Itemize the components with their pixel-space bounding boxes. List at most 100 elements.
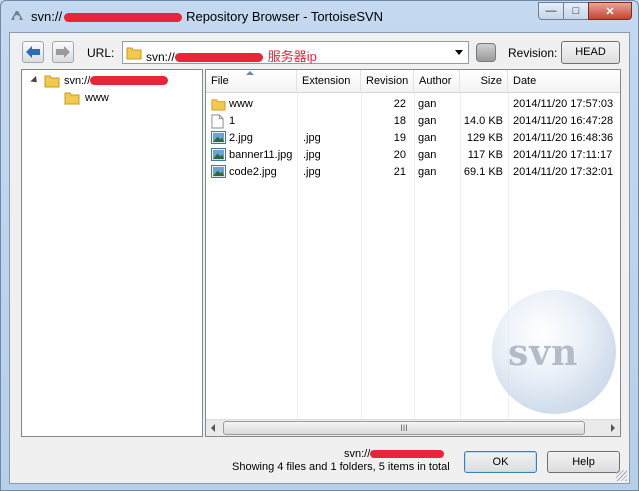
title-suffix: Repository Browser - TortoiseSVN	[186, 9, 384, 24]
list-item-date: 2014/11/20 17:32:01	[513, 166, 614, 178]
list-item-name: code2.jpg	[229, 166, 277, 178]
column-header-extension[interactable]: Extension	[297, 70, 361, 93]
maximize-button[interactable]: □	[563, 2, 589, 20]
list-item-date: 2014/11/20 17:11:17	[513, 149, 613, 161]
scroll-left-arrow-icon[interactable]	[211, 424, 215, 432]
close-icon: ✕	[605, 5, 615, 18]
list-item-author: gan	[418, 166, 437, 178]
file-icon	[211, 114, 225, 129]
title-redaction	[64, 13, 183, 23]
list-item-extension	[303, 96, 358, 113]
url-annotation: 服务器ip	[267, 49, 317, 64]
list-item-name: www	[229, 98, 253, 110]
head-revision-button[interactable]: HEAD	[561, 41, 620, 64]
tree-root-label: svn://	[64, 74, 91, 87]
list-item-extension	[303, 113, 358, 130]
watermark-text: svn	[508, 332, 579, 374]
tree-item-www[interactable]: www	[64, 89, 109, 106]
back-button[interactable]	[22, 41, 44, 63]
file-list[interactable]: File Extension Revision Author Size Date…	[205, 69, 621, 437]
image-icon	[211, 148, 226, 163]
list-item-name: banner11.jpg	[229, 149, 293, 161]
list-item-extension: .jpg	[303, 166, 321, 178]
ok-button[interactable]: OK	[464, 451, 537, 473]
folder-icon	[64, 92, 80, 105]
list-item-size	[460, 96, 503, 113]
url-value: svn://	[146, 50, 175, 64]
list-item-size: 117 KB	[467, 149, 503, 161]
forward-arrow-icon	[56, 46, 70, 58]
list-item-author: gan	[418, 132, 437, 144]
column-header-file[interactable]: File	[206, 70, 297, 93]
list-item-revision: 18	[393, 115, 406, 127]
caption-buttons: — □ ✕	[538, 2, 632, 20]
close-button[interactable]: ✕	[588, 2, 632, 20]
table-row[interactable]: code2.jpg .jpg 21 gan 69.1 KB 2014/11/20 17:3…	[206, 164, 620, 181]
title-prefix: svn://	[31, 9, 63, 24]
table-row[interactable]: 1 18 gan 14.0 KB 2014/11/20 16:47:28	[206, 113, 620, 130]
list-item-extension: .jpg	[303, 149, 321, 161]
status-path: svn://	[344, 448, 445, 460]
revision-log-icon[interactable]	[476, 43, 496, 62]
list-item-revision: 21	[393, 166, 406, 178]
column-header-revision[interactable]: Revision	[361, 70, 414, 93]
resize-grip[interactable]	[616, 470, 627, 481]
list-item-size: 14.0 KB	[463, 115, 503, 127]
back-arrow-icon	[26, 46, 40, 58]
list-item-size: 69.1 KB	[463, 166, 503, 178]
list-item-author: gan	[418, 149, 437, 161]
tree-item-root[interactable]: svn://	[30, 72, 169, 89]
list-item-name: 2.jpg	[229, 132, 253, 144]
url-combobox[interactable]: svn:// 服务器ip	[122, 41, 469, 64]
svn-watermark-logo: svn	[492, 290, 616, 414]
image-icon	[211, 131, 226, 146]
list-item-size: 129 KB	[466, 132, 503, 144]
list-item-date: 2014/11/20 16:48:36	[513, 132, 614, 144]
list-item-extension: .jpg	[303, 132, 321, 144]
list-header: File Extension Revision Author Size Date	[206, 70, 620, 93]
sort-ascending-icon	[246, 71, 254, 75]
minimize-button[interactable]: —	[538, 2, 564, 20]
column-header-date[interactable]: Date	[508, 70, 620, 93]
help-button[interactable]: Help	[547, 451, 620, 473]
table-row[interactable]: 2.jpg .jpg 19 gan 129 KB 2014/11/20 16:48:36	[206, 130, 620, 147]
list-item-date: 2014/11/20 16:47:28	[513, 115, 614, 127]
repository-tree[interactable]: svn:// www	[21, 69, 203, 437]
list-item-revision: 22	[393, 98, 406, 110]
image-icon	[211, 165, 226, 180]
repository-browser-window: svn:// Repository Browser - TortoiseSVN —…	[0, 0, 639, 491]
revision-label: Revision:	[508, 46, 558, 60]
status-path-redaction	[370, 450, 445, 459]
folder-icon	[126, 47, 142, 60]
folder-icon	[211, 97, 226, 112]
url-label: URL:	[87, 46, 115, 60]
table-row[interactable]: www 22 gan 2014/11/20 17:57:03	[206, 96, 620, 113]
tree-root-redaction	[90, 76, 169, 85]
column-header-author[interactable]: Author	[414, 70, 460, 93]
forward-button[interactable]	[52, 41, 74, 63]
dialog-client-area: URL: svn:// 服务器ip Revision: HEAD svn:// w…	[9, 32, 630, 484]
status-summary: Showing 4 files and 1 folders, 5 items i…	[232, 461, 450, 473]
expand-triangle-icon[interactable]	[30, 75, 40, 86]
title-bar[interactable]: svn:// Repository Browser - TortoiseSVN —…	[1, 1, 638, 31]
list-item-revision: 19	[393, 132, 406, 144]
list-item-revision: 20	[393, 149, 406, 161]
minimize-icon: —	[545, 5, 557, 17]
scrollbar-thumb[interactable]: III	[223, 421, 585, 435]
maximize-icon: □	[572, 5, 580, 17]
window-title: svn:// Repository Browser - TortoiseSVN	[31, 9, 383, 24]
status-path-text: svn://	[344, 448, 371, 460]
list-item-date: 2014/11/20 17:57:03	[513, 98, 614, 110]
tortoisesvn-app-icon[interactable]	[9, 8, 25, 24]
list-item-author: gan	[418, 115, 437, 127]
scroll-right-arrow-icon[interactable]	[611, 424, 615, 432]
list-item-name: 1	[229, 115, 236, 127]
table-row[interactable]: banner11.jpg .jpg 20 gan 117 KB 2014/11/20 17…	[206, 147, 620, 164]
column-header-size[interactable]: Size	[460, 70, 508, 93]
horizontal-scrollbar[interactable]: III	[206, 419, 620, 436]
dropdown-arrow-icon[interactable]	[455, 50, 463, 55]
tree-item-label: www	[85, 91, 109, 104]
folder-icon	[44, 75, 60, 88]
url-redaction	[174, 53, 263, 63]
list-item-author: gan	[418, 98, 437, 110]
